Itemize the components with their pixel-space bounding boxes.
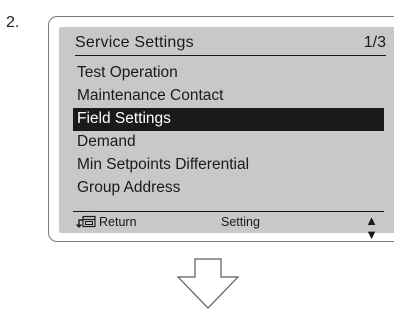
- up-down-arrows-icon[interactable]: ▲ ▼: [365, 214, 378, 242]
- page-indicator: 1/3: [363, 34, 386, 51]
- screen-header: Service Settings 1/3: [75, 33, 386, 56]
- menu-item-group-address[interactable]: Group Address: [73, 177, 384, 200]
- lcd-screen: Service Settings 1/3 Test Operation Main…: [59, 27, 394, 242]
- service-settings-menu: Test Operation Maintenance Contact Field…: [73, 62, 384, 200]
- return-button[interactable]: Return: [75, 215, 137, 229]
- down-arrow-icon: [176, 258, 240, 309]
- menu-item-maintenance-contact[interactable]: Maintenance Contact: [73, 85, 384, 108]
- menu-item-min-setpoints-differential[interactable]: Min Setpoints Differential: [73, 154, 384, 177]
- menu-item-field-settings[interactable]: Field Settings: [73, 108, 384, 131]
- return-icon: [76, 215, 96, 228]
- menu-item-test-operation[interactable]: Test Operation: [73, 62, 384, 85]
- return-label: Return: [99, 215, 137, 229]
- step-number: 2.: [6, 14, 20, 31]
- screen-footer: Return Setting ▲ ▼: [73, 211, 384, 242]
- page-title: Service Settings: [75, 34, 194, 51]
- menu-item-demand[interactable]: Demand: [73, 131, 384, 154]
- setting-label: Setting: [221, 215, 260, 229]
